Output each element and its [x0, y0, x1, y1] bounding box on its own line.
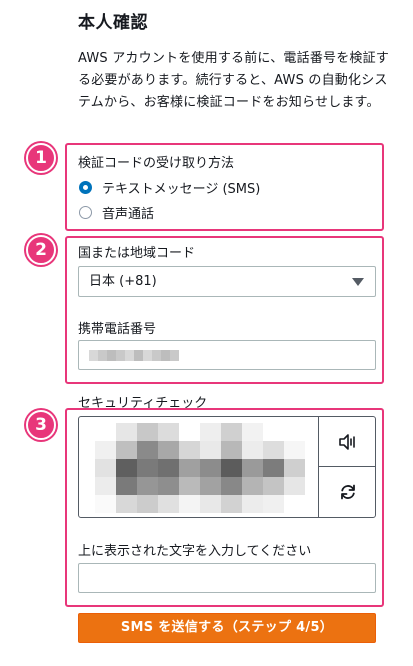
captcha-image-cell: [116, 495, 137, 513]
phone-number-blurred-value: [89, 350, 179, 361]
captcha-image-cell: [200, 441, 221, 459]
captcha-image-cell: [200, 477, 221, 495]
step-badge-3: 3: [26, 410, 56, 440]
captcha-image-cell: [116, 423, 137, 441]
captcha-image-cell: [200, 423, 221, 441]
captcha-image-cell: [242, 441, 263, 459]
send-sms-button[interactable]: SMS を送信する（ステップ 4/5）: [78, 613, 376, 643]
captcha-input-label: 上に表示された文字を入力してください: [78, 544, 312, 559]
captcha-image-cell: [95, 459, 116, 477]
captcha-image-cell: [263, 423, 284, 441]
captcha-image-cell: [263, 495, 284, 513]
captcha-image-cell: [221, 441, 242, 459]
radio-option-sms[interactable]: テキストメッセージ (SMS): [79, 178, 260, 197]
captcha-image-cell: [137, 495, 158, 513]
chevron-down-icon: [352, 278, 364, 286]
captcha-image-cell: [137, 441, 158, 459]
captcha-image-cell: [116, 459, 137, 477]
captcha-image-cell: [242, 495, 263, 513]
radio-option-voice[interactable]: 音声通話: [79, 203, 154, 222]
phone-number-label: 携帯電話番号: [78, 322, 157, 337]
speaker-icon: [338, 433, 355, 450]
captcha-image-cell: [179, 477, 200, 495]
captcha-image-cell: [137, 459, 158, 477]
captcha-image-cell: [158, 423, 179, 441]
captcha-image-cell: [263, 477, 284, 495]
captcha-image-cell: [95, 477, 116, 495]
captcha-image-cell: [242, 477, 263, 495]
captcha-image-cell: [158, 441, 179, 459]
captcha-frame: [78, 416, 376, 518]
captcha-image-cell: [179, 495, 200, 513]
captcha-image-cell: [200, 459, 221, 477]
captcha-image-cell: [179, 423, 200, 441]
country-code-value: 日本 (+81): [89, 274, 157, 289]
captcha-image-cell: [179, 459, 200, 477]
captcha-image-cell: [179, 441, 200, 459]
captcha-image-cell: [158, 477, 179, 495]
captcha-image-cell: [242, 459, 263, 477]
radio-option-voice-label: 音声通話: [102, 207, 155, 222]
captcha-audio-button[interactable]: [319, 417, 376, 466]
captcha-image-cell: [221, 495, 242, 513]
radio-unselected-icon[interactable]: [79, 206, 92, 219]
captcha-image-cell: [158, 495, 179, 513]
captcha-image-cell: [116, 441, 137, 459]
captcha-refresh-button[interactable]: [319, 467, 376, 516]
captcha-image-cell: [95, 423, 116, 441]
verification-method-label: 検証コードの受け取り方法: [78, 156, 235, 171]
country-code-label: 国または地域コード: [78, 246, 196, 261]
captcha-image-cell: [263, 459, 284, 477]
refresh-icon: [340, 484, 355, 499]
captcha-image-cell: [95, 441, 116, 459]
country-code-select[interactable]: 日本 (+81): [78, 266, 376, 297]
captcha-image-cell: [284, 441, 305, 459]
captcha-image-cell: [95, 495, 116, 513]
captcha-image-cell: [221, 477, 242, 495]
captcha-image-cell: [200, 495, 221, 513]
captcha-image-cell: [263, 441, 284, 459]
captcha-image-cell: [158, 459, 179, 477]
captcha-image: [95, 423, 305, 513]
captcha-image-cell: [221, 459, 242, 477]
captcha-image-cell: [284, 423, 305, 441]
captcha-image-cell: [284, 495, 305, 513]
page-description: AWS アカウントを使用する前に、電話番号を検証する必要があります。続行すると、…: [78, 51, 390, 110]
captcha-image-cell: [221, 423, 242, 441]
step-badge-2: 2: [26, 235, 56, 265]
radio-option-sms-label: テキストメッセージ (SMS): [102, 182, 261, 197]
captcha-image-cell: [116, 477, 137, 495]
captcha-image-cell: [284, 459, 305, 477]
step-badge-1: 1: [26, 143, 56, 173]
phone-number-input[interactable]: [78, 340, 376, 370]
captcha-image-cell: [137, 477, 158, 495]
captcha-input[interactable]: [78, 563, 376, 593]
radio-selected-icon[interactable]: [79, 181, 92, 194]
captcha-image-cell: [137, 423, 158, 441]
captcha-image-cell: [242, 423, 263, 441]
captcha-image-cell: [284, 477, 305, 495]
page-title: 本人確認: [78, 13, 148, 33]
